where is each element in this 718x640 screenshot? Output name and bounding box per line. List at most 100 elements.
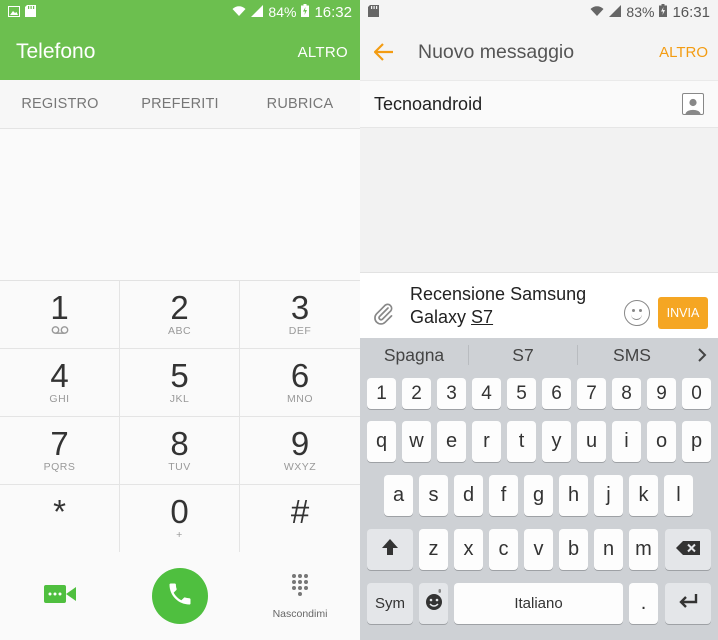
key-a[interactable]: a xyxy=(384,475,413,516)
key-r[interactable]: r xyxy=(472,421,501,462)
dial-key-7[interactable]: 7 PQRS xyxy=(0,417,120,485)
battery-charging-icon xyxy=(659,4,668,20)
suggestion-item[interactable]: S7 xyxy=(469,345,578,365)
key-n[interactable]: n xyxy=(594,529,623,570)
signal-icon xyxy=(251,4,264,20)
more-button[interactable]: ALTRO xyxy=(659,44,708,61)
key-f[interactable]: f xyxy=(489,475,518,516)
hide-keypad-button[interactable]: Nascondimi xyxy=(240,573,360,620)
wifi-icon xyxy=(590,4,604,20)
dial-key-3[interactable]: 3 DEF xyxy=(240,281,360,349)
phone-icon xyxy=(166,580,194,613)
sd-card-icon xyxy=(25,4,36,20)
emoji-icon[interactable] xyxy=(624,299,650,326)
key-s[interactable]: s xyxy=(419,475,448,516)
dial-key-5[interactable]: 5 JKL xyxy=(120,349,240,417)
suggestion-bar: Spagna S7 SMS xyxy=(360,338,718,372)
enter-key[interactable] xyxy=(665,583,711,624)
tab-preferiti[interactable]: PREFERITI xyxy=(120,80,240,128)
key-o[interactable]: o xyxy=(647,421,676,462)
on-screen-keyboard: 1 2 3 4 5 6 7 8 9 0 q w e r t y u i o p … xyxy=(360,372,718,640)
key-m[interactable]: m xyxy=(629,529,658,570)
key-3[interactable]: 3 xyxy=(437,378,466,409)
messages-app-panel: 83% 16:31 Nuovo messaggio ALTRO Tecnoand… xyxy=(360,0,718,640)
key-b[interactable]: b xyxy=(559,529,588,570)
key-j[interactable]: j xyxy=(594,475,623,516)
dial-key-8[interactable]: 8 TUV xyxy=(120,417,240,485)
hide-keypad-label: Nascondimi xyxy=(272,607,328,620)
dial-key-hash[interactable]: # xyxy=(240,485,360,553)
key-k[interactable]: k xyxy=(629,475,658,516)
call-button[interactable] xyxy=(152,568,208,624)
suggestion-item[interactable]: Spagna xyxy=(360,345,469,365)
dial-key-0[interactable]: 0 + xyxy=(120,485,240,553)
key-1[interactable]: 1 xyxy=(367,378,396,409)
message-input[interactable]: Recensione Samsung Galaxy S7 xyxy=(410,283,624,329)
battery-charging-icon xyxy=(301,4,310,20)
attachment-icon[interactable] xyxy=(370,301,396,325)
dial-key-star[interactable]: * xyxy=(0,485,120,553)
key-4[interactable]: 4 xyxy=(472,378,501,409)
key-2[interactable]: 2 xyxy=(402,378,431,409)
recipient-name: Tecnoandroid xyxy=(374,93,483,114)
wifi-icon xyxy=(232,4,246,20)
key-v[interactable]: v xyxy=(524,529,553,570)
key-t[interactable]: t xyxy=(507,421,536,462)
gallery-notification-icon xyxy=(8,4,20,20)
tab-rubrica[interactable]: RUBRICA xyxy=(240,80,360,128)
key-q[interactable]: q xyxy=(367,421,396,462)
backspace-key[interactable] xyxy=(665,529,711,570)
recipient-field[interactable]: Tecnoandroid xyxy=(360,80,718,128)
key-d[interactable]: d xyxy=(454,475,483,516)
tab-registro[interactable]: REGISTRO xyxy=(0,80,120,128)
key-0[interactable]: 0 xyxy=(682,378,711,409)
key-y[interactable]: y xyxy=(542,421,571,462)
shift-arrow-icon xyxy=(381,538,399,562)
key-6[interactable]: 6 xyxy=(542,378,571,409)
sym-key[interactable]: Sym xyxy=(367,583,413,624)
video-call-icon[interactable] xyxy=(44,584,76,609)
app-title: Nuovo messaggio xyxy=(418,40,575,63)
dial-keypad: 1 2 ABC 3 DEF 4 GHI 5 JKL 6 MNO 7 PQRS 8… xyxy=(0,280,360,553)
period-key[interactable]: . xyxy=(629,583,658,624)
key-9[interactable]: 9 xyxy=(647,378,676,409)
key-g[interactable]: g xyxy=(524,475,553,516)
key-8[interactable]: 8 xyxy=(612,378,641,409)
space-key[interactable]: Italiano xyxy=(454,583,623,624)
dial-key-4[interactable]: 4 GHI xyxy=(0,349,120,417)
clock: 16:32 xyxy=(314,3,352,21)
tab-bar: REGISTRO PREFERITI RUBRICA xyxy=(0,80,360,129)
enter-arrow-icon xyxy=(677,592,699,615)
more-button[interactable]: ALTRO xyxy=(298,44,348,61)
key-i[interactable]: i xyxy=(612,421,641,462)
key-h[interactable]: h xyxy=(559,475,588,516)
key-z[interactable]: z xyxy=(419,529,448,570)
shift-key[interactable] xyxy=(367,529,413,570)
app-bar: Nuovo messaggio ALTRO xyxy=(360,24,718,80)
contact-picker-icon[interactable] xyxy=(682,93,704,115)
dial-key-2[interactable]: 2 ABC xyxy=(120,281,240,349)
suggestion-item[interactable]: SMS xyxy=(578,345,686,365)
key-l[interactable]: l xyxy=(664,475,693,516)
emoji-key[interactable] xyxy=(419,583,448,624)
dialed-number-display xyxy=(0,129,360,280)
key-x[interactable]: x xyxy=(454,529,483,570)
status-bar: 84% 16:32 xyxy=(0,0,360,24)
key-5[interactable]: 5 xyxy=(507,378,536,409)
key-w[interactable]: w xyxy=(402,421,431,462)
back-arrow-icon[interactable] xyxy=(372,40,396,64)
dial-key-1[interactable]: 1 xyxy=(0,281,120,349)
dial-key-6[interactable]: 6 MNO xyxy=(240,349,360,417)
key-c[interactable]: c xyxy=(489,529,518,570)
key-p[interactable]: p xyxy=(682,421,711,462)
dialer-actions: Nascondimi xyxy=(0,552,360,640)
send-button[interactable]: INVIA xyxy=(658,296,708,329)
phone-app-panel: 84% 16:32 Telefono ALTRO REGISTRO PREFER… xyxy=(0,0,360,640)
key-7[interactable]: 7 xyxy=(577,378,606,409)
status-bar: 83% 16:31 xyxy=(360,0,718,24)
chevron-right-icon[interactable] xyxy=(686,347,718,363)
key-u[interactable]: u xyxy=(577,421,606,462)
dial-key-9[interactable]: 9 WXYZ xyxy=(240,417,360,485)
key-e[interactable]: e xyxy=(437,421,466,462)
clock: 16:31 xyxy=(672,3,710,21)
